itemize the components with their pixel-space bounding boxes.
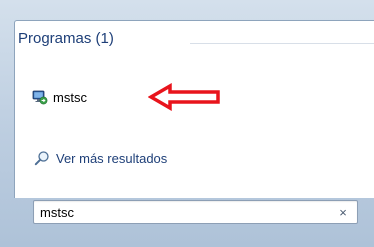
programs-group-header: Programas (1) xyxy=(18,30,114,47)
group-divider xyxy=(190,43,374,44)
more-results-link[interactable]: Ver más resultados xyxy=(34,148,167,168)
programs-group-title: Programas (1) xyxy=(18,30,114,47)
clear-icon[interactable]: × xyxy=(335,204,351,220)
red-arrow-annotation xyxy=(148,83,220,111)
result-item-label: mstsc xyxy=(53,89,87,105)
search-box[interactable]: × xyxy=(33,200,358,224)
magnifier-icon xyxy=(34,151,49,166)
more-results-label: Ver más resultados xyxy=(56,150,168,166)
remote-desktop-icon xyxy=(32,90,48,105)
result-item-mstsc[interactable]: mstsc xyxy=(32,86,142,108)
search-input[interactable] xyxy=(34,202,314,222)
